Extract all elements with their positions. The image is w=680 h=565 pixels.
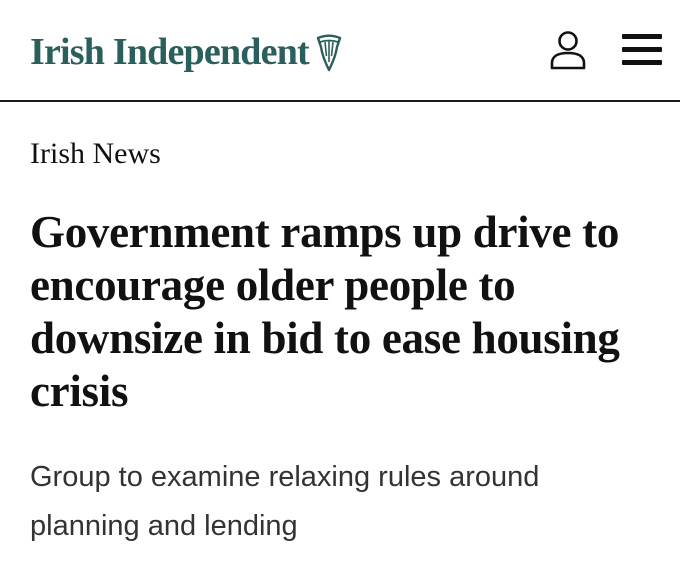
user-icon[interactable] xyxy=(549,30,587,70)
site-header: Irish Independent xyxy=(0,0,680,102)
hamburger-menu-icon[interactable] xyxy=(622,34,662,66)
harp-icon xyxy=(316,34,342,72)
menu-bar xyxy=(622,47,662,52)
menu-bar xyxy=(622,60,662,65)
article-headline: Government ramps up drive to encourage o… xyxy=(30,207,620,416)
article-standfirst: Group to examine relaxing rules around p… xyxy=(30,461,540,542)
brand-name: Irish Independent xyxy=(30,31,310,73)
site-logo[interactable]: Irish Independent xyxy=(30,30,343,74)
menu-bar xyxy=(622,34,662,39)
section-link[interactable]: Irish News xyxy=(30,136,161,172)
